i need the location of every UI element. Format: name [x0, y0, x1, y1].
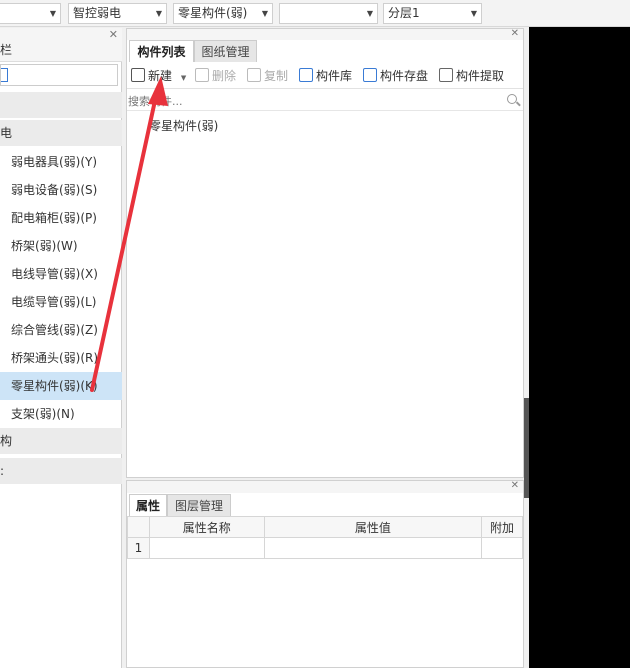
nav-item-label: 桥架通头(弱)(R) [11, 351, 99, 365]
navigation-panel: 栏 ✕ 电 弱电器具(弱)(Y) 弱电设备(弱)(S) 配电箱柜(弱)(P) 桥… [0, 28, 122, 668]
row-index: 1 [127, 537, 150, 559]
nav-item-label: 零星构件(弱)(K) [11, 379, 98, 393]
nav-item-combined-pipeline[interactable]: 综合管线(弱)(Z) [0, 316, 122, 344]
search-input[interactable] [128, 93, 498, 109]
component-tree-item[interactable]: 零星构件(弱) [149, 117, 218, 134]
dropdown-specialty[interactable]: 智控弱电 ▼ [68, 3, 167, 24]
nav-item-cable-conduit[interactable]: 电缆导管(弱)(L) [0, 288, 122, 316]
trash-icon [195, 68, 209, 82]
row-value[interactable] [263, 537, 483, 559]
dropdown-component-type-value: 零星构件(弱) [178, 6, 248, 20]
row-extra[interactable] [481, 537, 523, 559]
save-component-button-label: 构件存盘 [380, 69, 429, 83]
tab-properties[interactable]: 属性 [129, 494, 167, 516]
navigation-filter[interactable] [0, 64, 118, 86]
new-file-icon [131, 68, 145, 82]
column-header-name[interactable]: 属性名称 [148, 516, 265, 538]
component-tree-item-label: 零星构件(弱) [149, 119, 219, 133]
nav-item-weak-equipment[interactable]: 弱电设备(弱)(S) [0, 176, 122, 204]
splitter-handle[interactable] [524, 398, 529, 498]
filter-icon[interactable] [1, 68, 8, 82]
tab-layer-management-label: 图层管理 [174, 499, 223, 513]
chevron-down-icon: ▼ [470, 9, 477, 18]
dropdown-specialty-value: 智控弱电 [73, 6, 122, 20]
dropdown-floor[interactable]: 分层1 ▼ [383, 3, 482, 24]
nav-group-weak-electric[interactable]: 电 [0, 120, 122, 146]
chevron-down-icon[interactable]: ▼ [181, 74, 186, 82]
top-toolbar: ▼ 智控弱电 ▼ 零星构件(弱) ▼ ▼ 分层1 ▼ [0, 0, 630, 27]
extract-icon [439, 68, 453, 82]
tab-component-list[interactable]: 构件列表 [129, 40, 194, 62]
save-icon [363, 68, 377, 82]
search-icon[interactable] [507, 94, 517, 104]
dropdown-floor-value: 分层1 [388, 6, 420, 20]
tab-component-list-label: 构件列表 [137, 45, 186, 59]
nav-item-label: 电缆导管(弱)(L) [11, 295, 97, 309]
nav-item-label: 桥架(弱)(W) [11, 239, 78, 253]
navigation-panel-title: 栏 [0, 43, 13, 57]
row-name[interactable] [148, 537, 265, 559]
delete-button-label: 删除 [212, 69, 237, 83]
column-header-index [127, 516, 150, 538]
close-icon[interactable]: ✕ [511, 480, 519, 491]
nav-item-distribution-box[interactable]: 配电箱柜(弱)(P) [0, 204, 122, 232]
chevron-down-icon: ▼ [49, 9, 56, 18]
nav-item-cable-tray[interactable]: 桥架(弱)(W) [0, 232, 122, 260]
table-row[interactable]: 1 [127, 537, 523, 559]
extract-component-button[interactable]: 构件提取 [439, 67, 504, 85]
nav-item-label: 配电箱柜(弱)(P) [11, 211, 97, 225]
nav-item-label: 支架(弱)(N) [11, 407, 75, 421]
library-icon [299, 68, 313, 82]
nav-item-label: 综合管线(弱)(Z) [11, 323, 98, 337]
component-library-button-label: 构件库 [316, 69, 353, 83]
nav-group-component-label: 构 [0, 434, 13, 448]
column-header-value[interactable]: 属性值 [263, 516, 483, 538]
component-list-panel: ✕ 构件列表 图纸管理 新建 ▼ 删除 复制 构件库 构件存盘 构件提取 搜索构… [126, 28, 524, 478]
nav-item-label: 弱电设备(弱)(S) [11, 183, 98, 197]
nav-item-label: 电线导管(弱)(X) [11, 267, 98, 281]
nav-group-4[interactable]: : [0, 458, 122, 484]
component-list-panel-strip: ✕ [127, 28, 523, 40]
dropdown-component-type[interactable]: 零星构件(弱) ▼ [173, 3, 273, 24]
dropdown-1[interactable]: ▼ [0, 3, 61, 24]
dropdown-component[interactable]: ▼ [279, 3, 378, 24]
drawing-canvas[interactable] [529, 27, 630, 668]
nav-group-weak-electric-label: 电 [0, 126, 13, 140]
close-icon[interactable]: ✕ [109, 28, 118, 41]
nav-group-4-label: : [0, 464, 5, 478]
new-button-label: 新建 [148, 69, 173, 83]
nav-item-tray-fitting[interactable]: 桥架通头(弱)(R) [0, 344, 122, 372]
property-panel: ✕ 属性 图层管理 属性名称 属性值 附加 1 [126, 480, 524, 668]
nav-item-bracket[interactable]: 支架(弱)(N) [0, 400, 122, 428]
nav-item-wire-conduit[interactable]: 电线导管(弱)(X) [0, 260, 122, 288]
property-table-header: 属性名称 属性值 附加 [127, 516, 523, 538]
component-search [127, 91, 523, 111]
close-icon[interactable]: ✕ [511, 28, 519, 39]
copy-button-label: 复制 [264, 69, 289, 83]
nav-item-weak-fixture[interactable]: 弱电器具(弱)(Y) [0, 148, 122, 176]
chevron-down-icon: ▼ [366, 9, 373, 18]
nav-item-misc-component[interactable]: 零星构件(弱)(K) [0, 372, 122, 400]
navigation-panel-header: 栏 ✕ [0, 28, 122, 62]
extract-component-button-label: 构件提取 [456, 69, 505, 83]
property-panel-strip: ✕ [127, 480, 523, 493]
copy-icon [247, 68, 261, 82]
tab-layer-management[interactable]: 图层管理 [167, 494, 231, 516]
nav-item-label: 弱电器具(弱)(Y) [11, 155, 98, 169]
column-header-extra[interactable]: 附加 [481, 516, 523, 538]
component-library-button[interactable]: 构件库 [299, 67, 352, 85]
chevron-down-icon: ▼ [155, 9, 162, 18]
tab-properties-label: 属性 [135, 499, 160, 513]
new-button[interactable]: 新建 ▼ [131, 67, 186, 85]
nav-group-component[interactable]: 构 [0, 428, 122, 454]
component-actions-toolbar: 新建 ▼ 删除 复制 构件库 构件存盘 构件提取 [127, 63, 523, 89]
tab-drawing-management[interactable]: 图纸管理 [194, 40, 257, 62]
tab-drawing-management-label: 图纸管理 [201, 45, 250, 59]
chevron-down-icon: ▼ [261, 9, 268, 18]
property-table: 属性名称 属性值 附加 1 [127, 516, 523, 559]
delete-button[interactable]: 删除 [195, 67, 236, 85]
copy-button[interactable]: 复制 [247, 67, 288, 85]
save-component-button[interactable]: 构件存盘 [363, 67, 428, 85]
nav-group-1[interactable] [0, 92, 122, 118]
